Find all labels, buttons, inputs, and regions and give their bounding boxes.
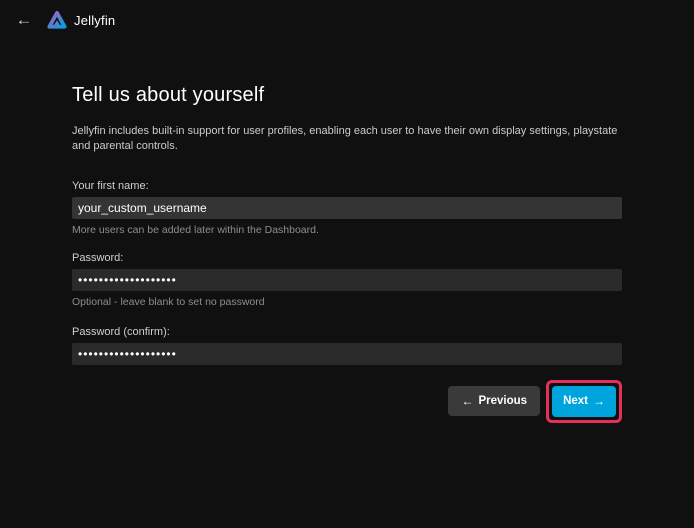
arrow-left-icon: ← <box>461 394 473 408</box>
jellyfin-setup-wizard: ← Jellyfin Tell us about yourself Jellyf… <box>0 0 694 423</box>
back-button[interactable]: ← <box>10 6 38 34</box>
page-description: Jellyfin includes built-in support for u… <box>72 124 622 154</box>
password-confirm-label: Password (confirm): <box>72 326 622 338</box>
password-input[interactable] <box>72 269 622 291</box>
username-input[interactable] <box>72 197 622 219</box>
back-arrow-icon: ← <box>16 10 33 29</box>
password-confirm-input[interactable] <box>72 343 622 365</box>
next-button-label: Next <box>563 395 588 407</box>
username-helper-text: More users can be added later within the… <box>72 224 622 236</box>
password-label: Password: <box>72 252 622 264</box>
username-field-group: Your first name: More users can be added… <box>72 180 622 236</box>
wizard-button-row: ← Previous Next → <box>72 380 622 423</box>
page-title: Tell us about yourself <box>72 84 622 107</box>
password-helper-text: Optional - leave blank to set no passwor… <box>72 296 622 308</box>
jellyfin-logo-icon <box>46 9 68 31</box>
highlight-annotation-box: Next → <box>546 380 622 423</box>
top-bar: ← Jellyfin <box>0 0 694 40</box>
app-name: Jellyfin <box>74 13 115 28</box>
next-button[interactable]: Next → <box>552 386 616 417</box>
arrow-right-icon: → <box>593 394 605 408</box>
previous-button[interactable]: ← Previous <box>448 386 540 416</box>
previous-button-label: Previous <box>478 395 527 407</box>
wizard-content: Tell us about yourself Jellyfin includes… <box>72 40 622 423</box>
password-confirm-field-group: Password (confirm): <box>72 326 622 365</box>
username-label: Your first name: <box>72 180 622 192</box>
password-field-group: Password: Optional - leave blank to set … <box>72 252 622 308</box>
